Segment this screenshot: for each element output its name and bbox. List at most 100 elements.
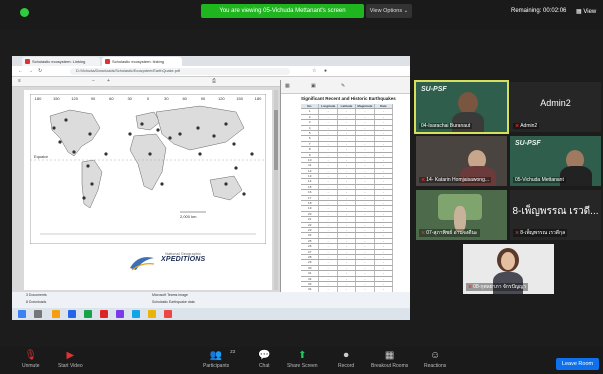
- file-entry[interactable]: Microsoft Teams image: [152, 293, 188, 297]
- forward-icon[interactable]: →: [28, 68, 33, 74]
- spreadsheet-cell[interactable]: -: [356, 281, 375, 287]
- spreadsheet-cell[interactable]: -: [356, 238, 375, 244]
- spreadsheet-cell[interactable]: -: [375, 271, 394, 276]
- spreadsheet-cell[interactable]: -: [375, 201, 394, 206]
- scrollbar-thumb[interactable]: [274, 110, 278, 170]
- spreadsheet-cell[interactable]: -: [375, 206, 394, 211]
- spreadsheet-cell[interactable]: -: [338, 227, 357, 233]
- spreadsheet-cell[interactable]: -: [338, 109, 357, 114]
- participant-tile[interactable]: 8-เพ็ญพรรณ เรวดี... ⨯8-เพ็ญพรรณ เรวดีกุล: [510, 190, 601, 240]
- spreadsheet-cell[interactable]: -: [356, 211, 375, 217]
- spreadsheet-cell[interactable]: -: [338, 211, 357, 217]
- spreadsheet-cell[interactable]: -: [356, 265, 375, 271]
- spreadsheet-cell[interactable]: -: [338, 265, 357, 271]
- spreadsheet-cell[interactable]: Longitude: [319, 104, 338, 109]
- spreadsheet-cell[interactable]: -: [356, 130, 375, 136]
- spreadsheet-cell[interactable]: -: [319, 120, 338, 125]
- spreadsheet-cell[interactable]: 12: [301, 168, 320, 174]
- spreadsheet-cell[interactable]: -: [356, 287, 375, 292]
- spreadsheet-cell[interactable]: 18: [301, 201, 320, 206]
- spreadsheet-cell[interactable]: -: [356, 136, 375, 141]
- spreadsheet-cell[interactable]: 10: [301, 157, 320, 163]
- spreadsheet-cell[interactable]: -: [356, 147, 375, 152]
- downloads-folder[interactable]: 8 Downloads: [26, 300, 46, 304]
- spreadsheet-cell[interactable]: 31: [301, 271, 320, 276]
- spreadsheet-cell[interactable]: -: [319, 190, 338, 195]
- spreadsheet-cell[interactable]: -: [319, 211, 338, 217]
- spreadsheet-cell[interactable]: -: [356, 195, 375, 201]
- spreadsheet-cell[interactable]: -: [338, 260, 357, 265]
- spreadsheet-cell[interactable]: -: [319, 281, 338, 287]
- file-entry[interactable]: Scholastic Earthquake data: [152, 300, 195, 304]
- spreadsheet-cell[interactable]: 32: [301, 276, 320, 281]
- spreadsheet-cell[interactable]: 22: [301, 222, 320, 227]
- spreadsheet-cell[interactable]: -: [356, 233, 375, 238]
- spreadsheet-cell[interactable]: -: [319, 222, 338, 227]
- spreadsheet-cell[interactable]: -: [356, 254, 375, 260]
- chrome-icon[interactable]: [100, 310, 108, 318]
- spreadsheet-cell[interactable]: -: [338, 141, 357, 147]
- spreadsheet-cell[interactable]: -: [338, 217, 357, 222]
- spreadsheet-cell[interactable]: -: [375, 238, 394, 244]
- participant-tile[interactable]: SU-PSF 05-Vichuda Mettanant: [510, 136, 601, 186]
- spreadsheet-cell[interactable]: -: [338, 206, 357, 211]
- zoom-out-icon[interactable]: −: [92, 78, 95, 84]
- spreadsheet-cell[interactable]: -: [375, 260, 394, 265]
- spreadsheet-cell[interactable]: -: [338, 244, 357, 249]
- folder-icon[interactable]: [148, 310, 156, 318]
- view-button[interactable]: ▦ View: [576, 8, 596, 15]
- spreadsheet-cell[interactable]: -: [375, 168, 394, 174]
- spreadsheet-cell[interactable]: -: [356, 271, 375, 276]
- spreadsheet-cell[interactable]: -: [356, 227, 375, 233]
- spreadsheet-cell[interactable]: -: [356, 249, 375, 254]
- spreadsheet-cell[interactable]: -: [356, 163, 375, 168]
- spreadsheet-cell[interactable]: -: [319, 114, 338, 120]
- spreadsheet-cell[interactable]: -: [356, 276, 375, 281]
- menu-icon[interactable]: ≡: [18, 78, 21, 84]
- spreadsheet-cell[interactable]: 5: [301, 130, 320, 136]
- spreadsheet-cell[interactable]: -: [338, 147, 357, 152]
- spreadsheet-cell[interactable]: -: [375, 152, 394, 157]
- spreadsheet-cell[interactable]: -: [375, 174, 394, 179]
- spreadsheet-cell[interactable]: -: [338, 281, 357, 287]
- spreadsheet-cell[interactable]: 4: [301, 125, 320, 130]
- spreadsheet-cell[interactable]: -: [319, 163, 338, 168]
- spreadsheet-cell[interactable]: -: [338, 157, 357, 163]
- spreadsheet-cell[interactable]: 26: [301, 244, 320, 249]
- spreadsheet-cell[interactable]: 1: [301, 109, 320, 114]
- spreadsheet-cell[interactable]: -: [356, 141, 375, 147]
- teams-icon[interactable]: [116, 310, 124, 318]
- spreadsheet-cell[interactable]: -: [375, 163, 394, 168]
- spreadsheet-cell[interactable]: -: [356, 168, 375, 174]
- reactions-button[interactable]: ☺ Reactions: [424, 349, 446, 369]
- spreadsheet-cell[interactable]: -: [375, 276, 394, 281]
- spreadsheet-grid[interactable]: No. Longitude Latitude Magnitude Date 1- - - -2-…: [301, 104, 394, 299]
- breakout-rooms-button[interactable]: ▦ Breakout Rooms: [371, 349, 408, 369]
- spreadsheet-cell[interactable]: -: [356, 244, 375, 249]
- spreadsheet-cell[interactable]: -: [319, 157, 338, 163]
- spreadsheet-cell[interactable]: -: [319, 287, 338, 292]
- spreadsheet-cell[interactable]: -: [375, 190, 394, 195]
- spreadsheet-cell[interactable]: -: [338, 120, 357, 125]
- spreadsheet-cell[interactable]: -: [356, 109, 375, 114]
- profile-icon[interactable]: ●: [324, 68, 327, 74]
- spreadsheet-cell[interactable]: -: [375, 114, 394, 120]
- spreadsheet-cell[interactable]: -: [356, 120, 375, 125]
- spreadsheet-cell[interactable]: -: [319, 130, 338, 136]
- spreadsheet-cell[interactable]: 23: [301, 227, 320, 233]
- spreadsheet-cell[interactable]: -: [319, 179, 338, 184]
- spreadsheet-cell[interactable]: -: [338, 125, 357, 130]
- save-icon[interactable]: ▣: [311, 83, 316, 89]
- spreadsheet-cell[interactable]: 13: [301, 174, 320, 179]
- spreadsheet-cell[interactable]: -: [338, 233, 357, 238]
- spreadsheet-cell[interactable]: 25: [301, 238, 320, 244]
- spreadsheet-cell[interactable]: -: [375, 222, 394, 227]
- spreadsheet-cell[interactable]: -: [375, 281, 394, 287]
- record-button[interactable]: ⏺ Record: [338, 349, 354, 369]
- participants-button[interactable]: 👥 23 Participants: [203, 349, 235, 369]
- spreadsheet-cell[interactable]: -: [319, 195, 338, 201]
- security-shield-icon[interactable]: [20, 8, 29, 17]
- spreadsheet-cell[interactable]: 20: [301, 211, 320, 217]
- spreadsheet-cell[interactable]: -: [319, 125, 338, 130]
- spreadsheet-cell[interactable]: -: [319, 147, 338, 152]
